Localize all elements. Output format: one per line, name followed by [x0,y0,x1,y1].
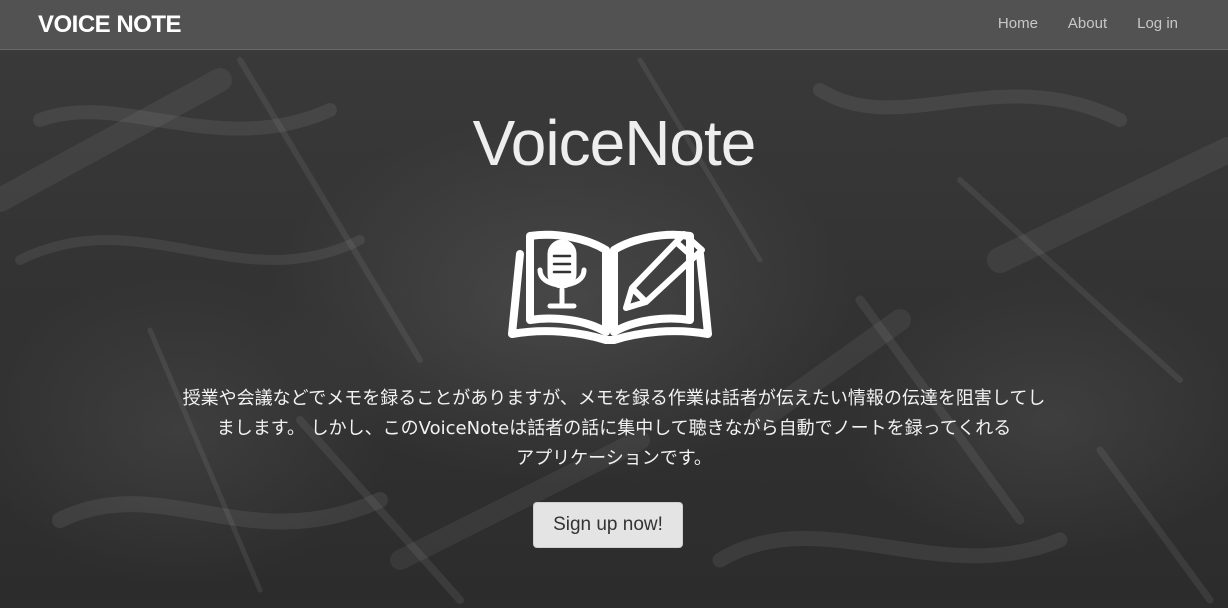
book-microphone-pencil-icon [508,230,712,344]
description-line: アプリケーションです。 [516,448,712,469]
hero-description: 授業や会議などでメモを録ることがありますが、メモを録る作業は話者が伝えたい情報の… [90,384,1138,474]
navbar: VOICE NOTE Home About Log in [0,0,1228,50]
nav-login-link[interactable]: Log in [1137,15,1178,32]
hero-title: VoiceNote [472,107,757,179]
nav-home-link[interactable]: Home [998,15,1038,32]
nav-about-link[interactable]: About [1068,15,1107,32]
nav-links: Home About Log in [998,15,1178,32]
brand-logo-link[interactable]: VOICE NOTE [38,11,182,39]
description-line: 授業や会議などでメモを録ることがありますが、メモを録る作業は話者が伝えたい情報の… [182,388,1046,409]
signup-button[interactable]: Sign up now! [533,502,683,548]
page: VOICE NOTE Home About Log in VoiceNote 授… [0,0,1228,608]
description-line: まします。 しかし、このVoiceNoteは話者の話に集中して聴きながら自動でノ… [216,418,1012,439]
